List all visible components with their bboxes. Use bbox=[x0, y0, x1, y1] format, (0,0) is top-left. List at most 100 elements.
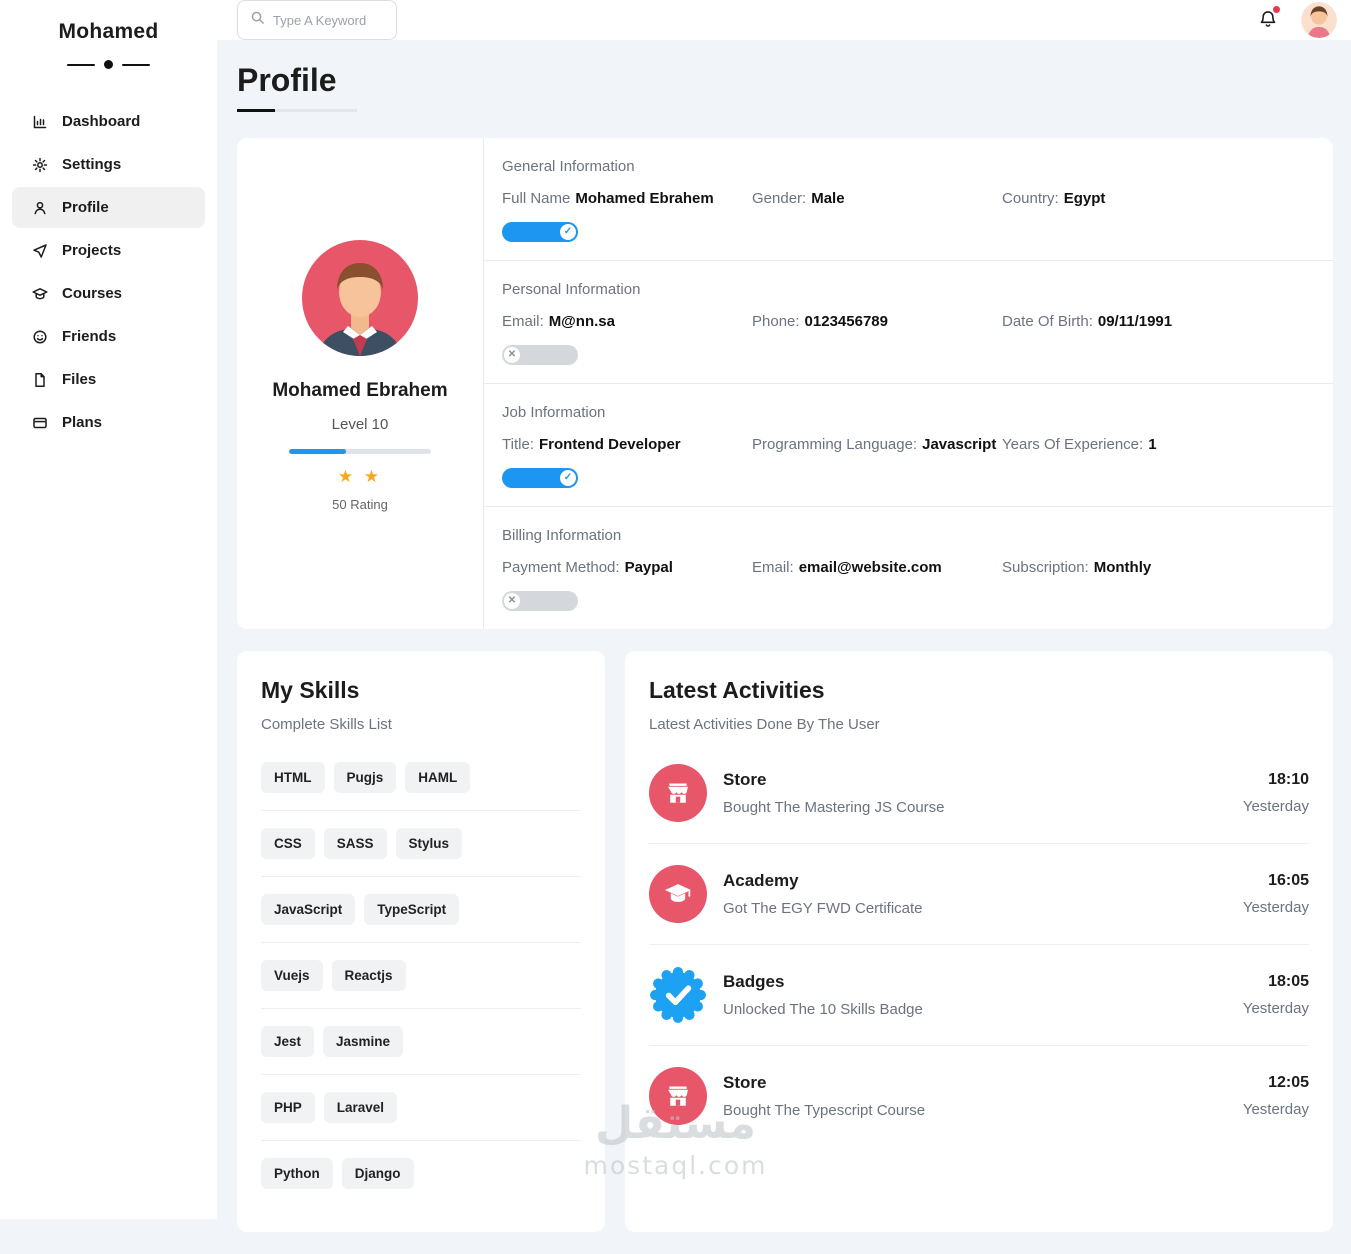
field-label: Date Of Birth: bbox=[1002, 313, 1093, 330]
sidebar-item-label: Dashboard bbox=[62, 113, 141, 130]
activity-day: Yesterday bbox=[1242, 798, 1309, 815]
courses-icon bbox=[32, 286, 48, 302]
app-root: Mohamed Dashboard Settings Profile Proje… bbox=[0, 0, 1351, 1254]
field-label: Gender: bbox=[752, 190, 807, 207]
activity-day: Yesterday bbox=[1242, 1000, 1309, 1017]
field-email: Email: M@nn.sa bbox=[502, 313, 752, 330]
activity-title: Academy bbox=[723, 871, 799, 890]
title-underline bbox=[237, 109, 357, 112]
field-value: 0123456789 bbox=[804, 313, 888, 330]
activity-title: Badges bbox=[723, 972, 785, 991]
activity-day: Yesterday bbox=[1242, 899, 1309, 916]
files-icon bbox=[32, 372, 48, 388]
section-title: Personal Information bbox=[502, 281, 641, 298]
toggle-knob: ✕ bbox=[504, 593, 520, 609]
level-progress-bar bbox=[289, 449, 431, 454]
section-title: Job Information bbox=[502, 404, 606, 421]
brand-divider-dot bbox=[104, 60, 113, 69]
search-icon bbox=[250, 10, 265, 30]
search-box[interactable] bbox=[237, 0, 397, 40]
section-personal-information: Personal Information Email: M@nn.sa Phone… bbox=[484, 260, 1333, 383]
activity-desc: Got The EGY FWD Certificate bbox=[723, 900, 923, 917]
personal-information-toggle[interactable]: ✕ bbox=[502, 345, 578, 365]
section-job-information: Job Information Title: Frontend Developer… bbox=[484, 383, 1333, 506]
skill-tag: Python bbox=[261, 1158, 333, 1189]
profile-name: Mohamed Ebrahem bbox=[272, 380, 448, 401]
skill-tag: JavaScript bbox=[261, 894, 356, 925]
store-icon bbox=[649, 1067, 707, 1125]
general-information-toggle[interactable]: ✓ bbox=[502, 222, 578, 242]
skill-row: Python Django bbox=[261, 1141, 581, 1206]
section-title: General Information bbox=[502, 158, 635, 175]
sidebar-item-plans[interactable]: Plans bbox=[12, 402, 205, 443]
activity-item: Badges Unlocked The 10 Skills Badge 18:0… bbox=[649, 945, 1309, 1046]
field-value: email@website.com bbox=[798, 559, 942, 576]
sidebar-item-files[interactable]: Files bbox=[12, 359, 205, 400]
skill-tag: Reactjs bbox=[331, 960, 406, 991]
friends-icon bbox=[32, 329, 48, 345]
sidebar-item-profile[interactable]: Profile bbox=[12, 187, 205, 228]
skill-tag: Jest bbox=[261, 1026, 315, 1057]
rating-label: 50 Rating bbox=[332, 497, 388, 512]
notifications-button[interactable] bbox=[1257, 6, 1280, 31]
activity-title: Store bbox=[723, 770, 767, 789]
notification-dot bbox=[1273, 6, 1280, 13]
field-label: Country: bbox=[1002, 190, 1059, 207]
field-label: Phone: bbox=[752, 313, 800, 330]
sidebar-item-settings[interactable]: Settings bbox=[12, 144, 205, 185]
brand: Mohamed bbox=[58, 20, 159, 43]
profile-card: Mohamed Ebrahem Level 10 ★ ★ 50 Rating G… bbox=[237, 138, 1333, 629]
activity-title: Store bbox=[723, 1073, 767, 1092]
activity-item: Academy Got The EGY FWD Certificate 16:0… bbox=[649, 844, 1309, 945]
field-value: Egypt bbox=[1063, 190, 1106, 207]
section-general-information: General Information Full Name Mohamed Ebr… bbox=[484, 138, 1333, 260]
level-progress-fill bbox=[289, 449, 346, 454]
section-fields: Email: M@nn.sa Phone: 0123456789 Date Of B… bbox=[502, 313, 1313, 330]
dashboard-icon bbox=[32, 114, 48, 130]
activity-meta: 16:05 Yesterday bbox=[1243, 872, 1309, 916]
bottom-row: My Skills Complete Skills List HTML Pugj… bbox=[237, 651, 1333, 1232]
activity-time: 16:05 bbox=[1268, 872, 1309, 889]
field-date-of-birth: Date Of Birth: 09/11/1991 bbox=[1002, 313, 1313, 330]
skill-tag: Vuejs bbox=[261, 960, 323, 991]
user-avatar[interactable] bbox=[1301, 2, 1337, 38]
billing-information-toggle[interactable]: ✕ bbox=[502, 591, 578, 611]
sidebar-item-friends[interactable]: Friends bbox=[12, 316, 205, 357]
sidebar-item-label: Projects bbox=[62, 242, 122, 259]
field-label: Subscription: bbox=[1002, 559, 1089, 576]
field-label: Years Of Experience: bbox=[1002, 436, 1144, 453]
skill-tag: Laravel bbox=[323, 1092, 398, 1123]
field-title: Title: Frontend Developer bbox=[502, 436, 752, 453]
activity-body: Academy Got The EGY FWD Certificate bbox=[723, 871, 1227, 917]
topbar-right bbox=[1257, 2, 1337, 38]
projects-icon bbox=[32, 243, 48, 259]
skills-list: HTML Pugjs HAML CSS SASS Stylus JavaScri… bbox=[261, 745, 581, 1206]
skill-row: JavaScript TypeScript bbox=[261, 877, 581, 943]
skill-tag: HAML bbox=[405, 762, 471, 793]
field-value: Male bbox=[811, 190, 845, 207]
skill-tag: Jasmine bbox=[323, 1026, 404, 1057]
page-title: Profile bbox=[237, 62, 337, 98]
brand-divider-line bbox=[67, 63, 95, 66]
sidebar-item-projects[interactable]: Projects bbox=[12, 230, 205, 271]
profile-avatar bbox=[302, 240, 418, 356]
activities-card: Latest Activities Latest Activities Done… bbox=[625, 651, 1333, 1232]
section-title: Billing Information bbox=[502, 527, 622, 544]
skill-row: CSS SASS Stylus bbox=[261, 811, 581, 877]
sidebar-item-dashboard[interactable]: Dashboard bbox=[12, 101, 205, 142]
skill-tag: CSS bbox=[261, 828, 315, 859]
profile-icon bbox=[32, 200, 48, 216]
field-billing-email: Email: email@website.com bbox=[752, 559, 1002, 576]
activity-meta: 18:05 Yesterday bbox=[1243, 973, 1309, 1017]
job-information-toggle[interactable]: ✓ bbox=[502, 468, 578, 488]
profile-level: Level 10 bbox=[331, 416, 389, 433]
skills-subtitle: Complete Skills List bbox=[261, 716, 392, 733]
sidebar-item-label: Settings bbox=[62, 156, 122, 173]
sidebar-item-label: Profile bbox=[62, 199, 109, 216]
search-input[interactable] bbox=[273, 12, 381, 28]
activity-desc: Unlocked The 10 Skills Badge bbox=[723, 1001, 923, 1018]
activity-body: Badges Unlocked The 10 Skills Badge bbox=[723, 972, 1227, 1018]
sidebar-item-courses[interactable]: Courses bbox=[12, 273, 205, 314]
skill-tag: HTML bbox=[261, 762, 325, 793]
section-fields: Payment Method: Paypal Email: email@websit… bbox=[502, 559, 1313, 576]
